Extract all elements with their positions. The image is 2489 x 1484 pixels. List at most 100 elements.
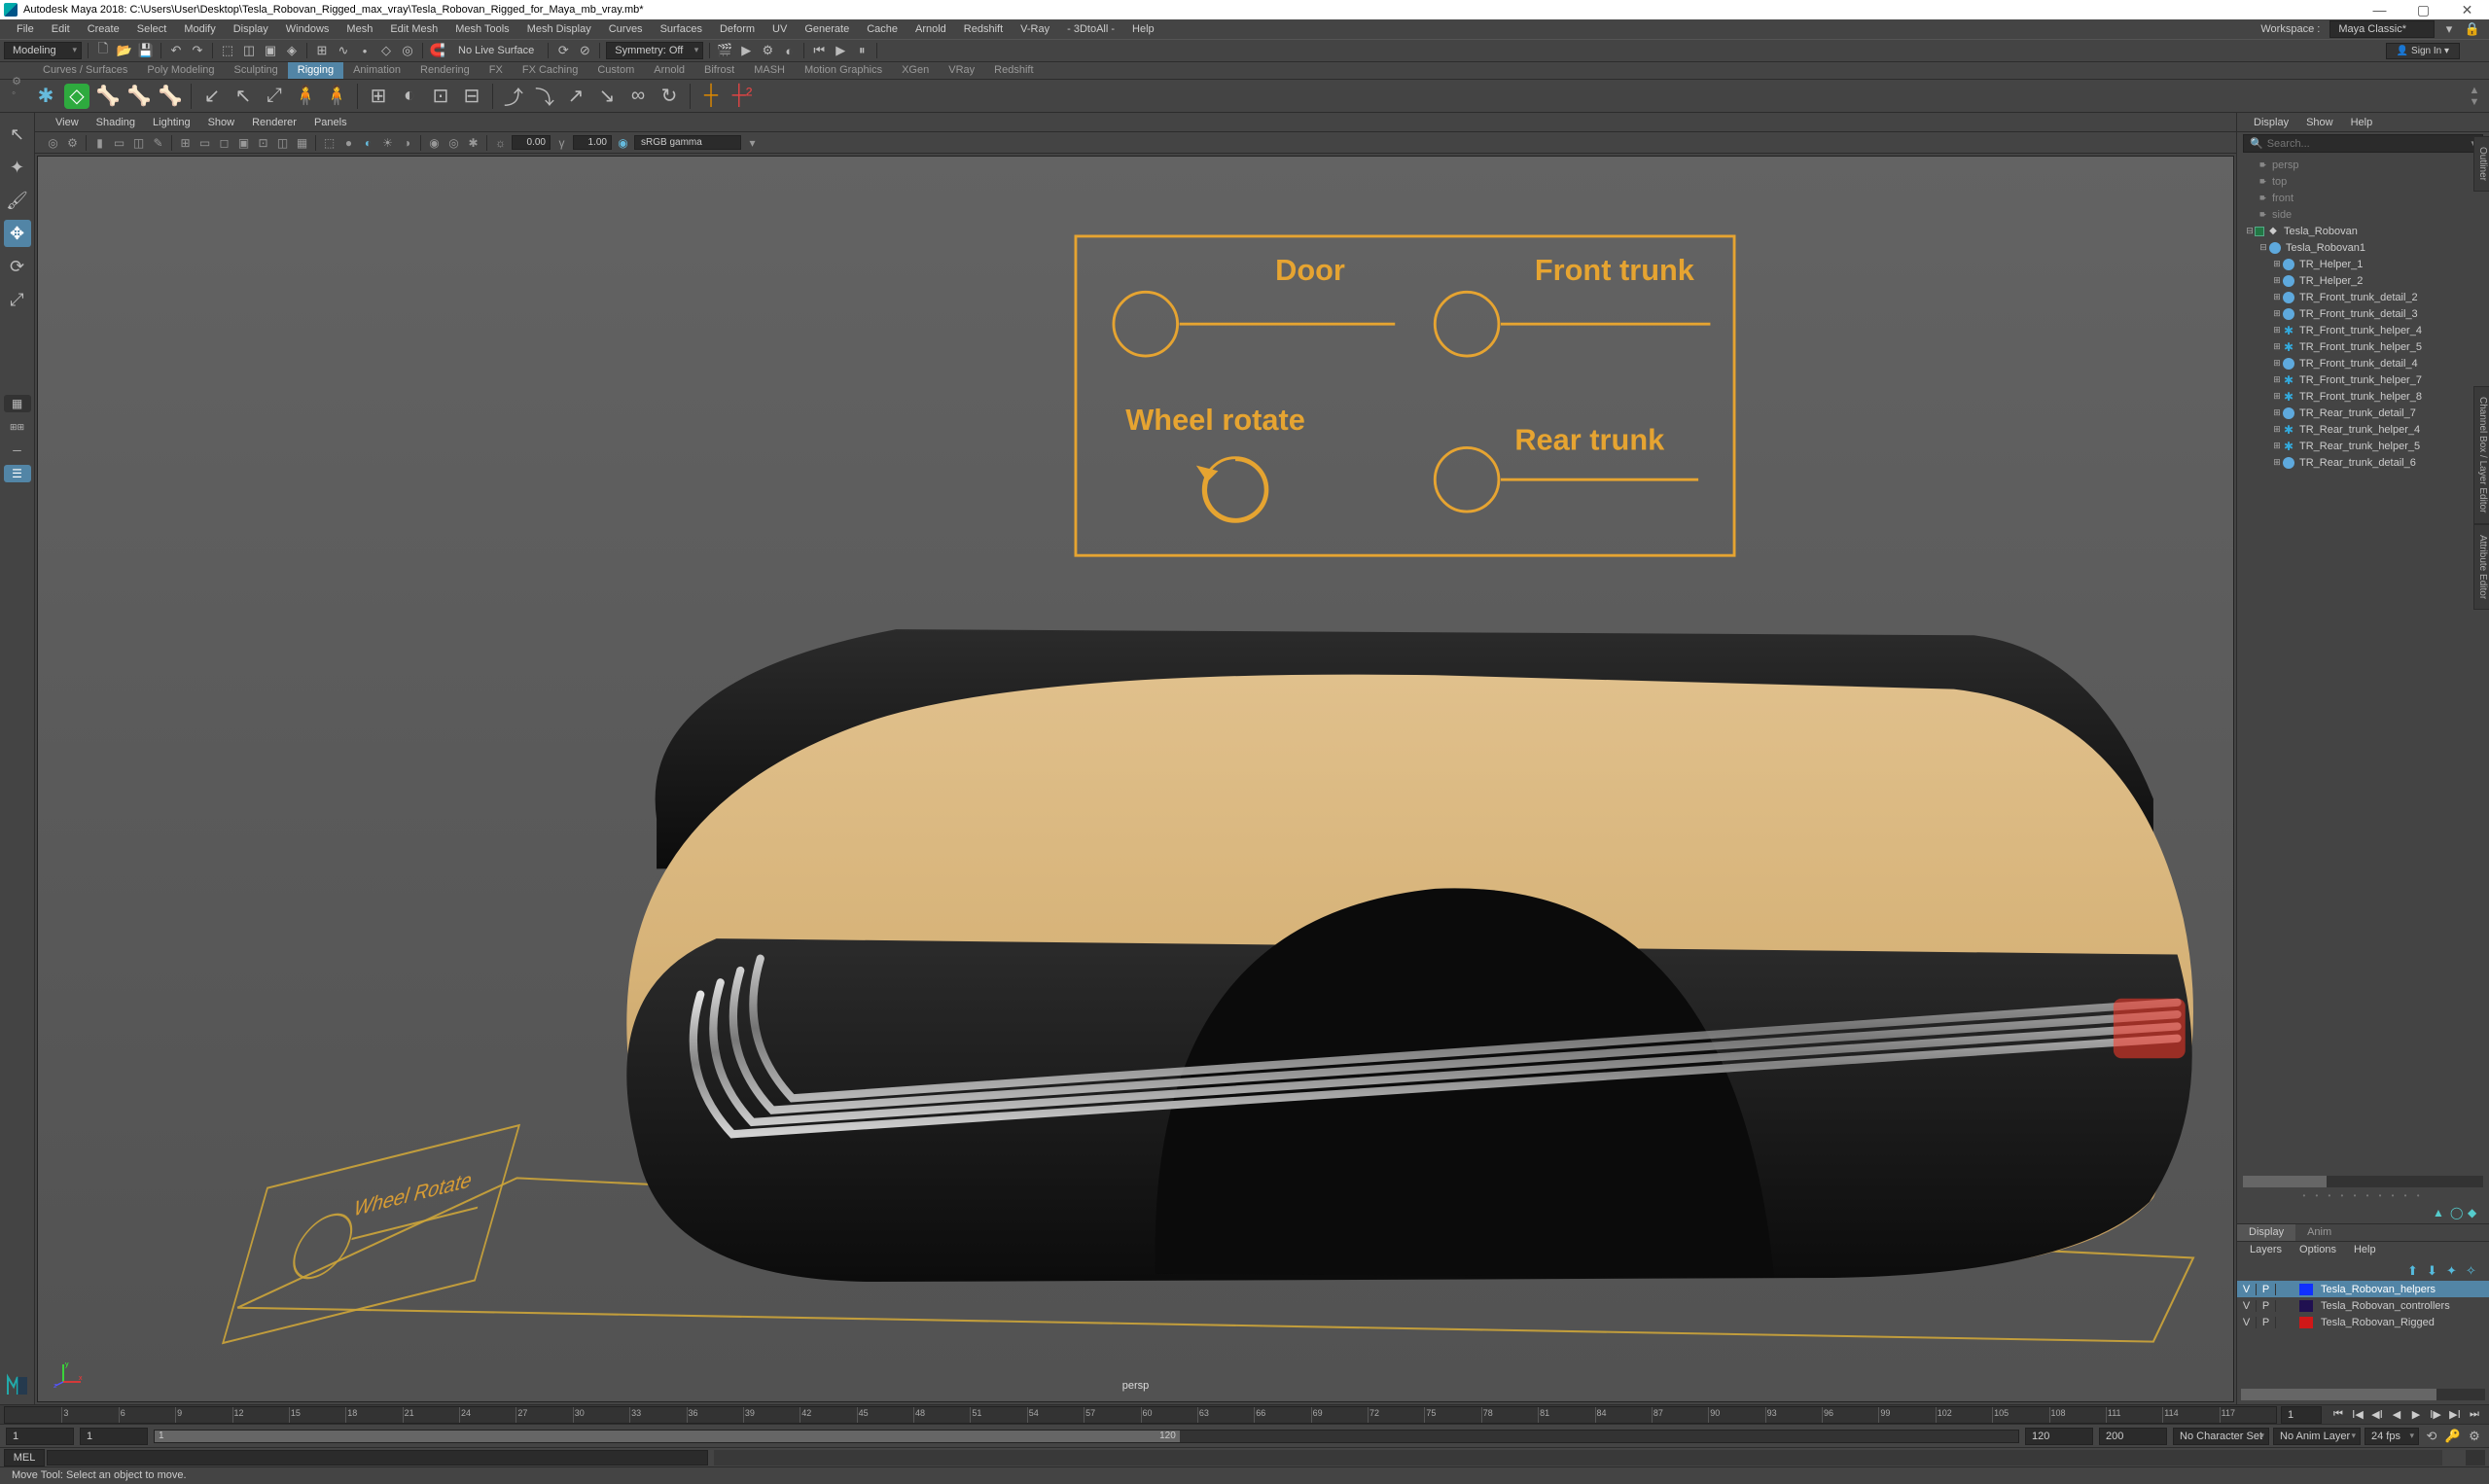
vp-textured-icon[interactable]: ◐	[360, 134, 376, 151]
play-fwd-icon[interactable]: ▶	[2407, 1407, 2425, 1423]
outliner-item[interactable]: ⊞TR_Rear_trunk_detail_7	[2237, 405, 2489, 421]
outliner-cam-front[interactable]: front	[2237, 190, 2489, 206]
layer-vis-toggle[interactable]: V	[2237, 1317, 2257, 1328]
layer-new-empty-icon[interactable]: ✦	[2446, 1263, 2462, 1277]
shelf-skin2-icon[interactable]: 🦴	[126, 84, 152, 109]
cb-rotate-icon[interactable]: ◯	[2450, 1206, 2464, 1219]
time-current-frame[interactable]: 1	[2281, 1406, 2322, 1424]
menu-mesh-display[interactable]: Mesh Display	[518, 20, 600, 38]
paint-select-tool[interactable]: 🖌	[4, 187, 31, 214]
vp-image-plane-icon[interactable]: ▭	[111, 134, 127, 151]
outliner-item[interactable]: ⊞TR_Front_trunk_helper_8	[2237, 388, 2489, 405]
shelf-paint4-icon[interactable]: ↘	[594, 84, 620, 109]
shelf-tab-fxcache[interactable]: FX Caching	[513, 62, 587, 79]
range-track[interactable]: 1 120	[154, 1430, 2019, 1443]
shelf-tab-rendering[interactable]: Rendering	[410, 62, 480, 79]
shelf-gear-icon[interactable]: ⚙◦	[0, 62, 33, 112]
vp-safe-action-icon[interactable]: ◫	[274, 134, 291, 151]
vp-xray-icon[interactable]: ◎	[445, 134, 462, 151]
select-comp-icon[interactable]: ◈	[283, 42, 301, 59]
vp-grid-icon[interactable]: ⊞	[177, 134, 194, 151]
viewport-3d[interactable]: Wheel Rotate	[37, 156, 2234, 1402]
shelf-pose2-icon[interactable]: ┼²	[729, 84, 755, 109]
shelf-tab-vray[interactable]: VRay	[939, 62, 984, 79]
outliner-tree[interactable]: persp top front side ⊟Tesla_Robovan ⊟Tes…	[2237, 155, 2489, 1174]
menu-surfaces[interactable]: Surfaces	[652, 20, 711, 38]
workspace-lock-icon[interactable]: 🔒	[2464, 20, 2481, 38]
playblast-play-icon[interactable]: ▶	[832, 42, 849, 59]
cb-translate-icon[interactable]: ▲	[2433, 1206, 2446, 1219]
minimize-button[interactable]: —	[2358, 0, 2401, 19]
shelf-joint-icon[interactable]: ✱	[33, 84, 58, 109]
shelf-pose1-icon[interactable]: ┼	[698, 84, 724, 109]
anim-end-field[interactable]: 200	[2099, 1428, 2167, 1445]
shelf-constraint1-icon[interactable]: ↙	[199, 84, 225, 109]
menu-uv[interactable]: UV	[764, 20, 796, 38]
range-start-field[interactable]: 1	[80, 1428, 148, 1445]
shelf-tab-bifrost[interactable]: Bifrost	[694, 62, 744, 79]
vp-safe-title-icon[interactable]: ▦	[294, 134, 310, 151]
select-mode-icon[interactable]: ⬚	[219, 42, 236, 59]
move-tool[interactable]: ✥	[4, 220, 31, 247]
menu-3dtoall[interactable]: - 3DtoAll -	[1058, 20, 1123, 38]
vp-select-camera-icon[interactable]: ◎	[45, 134, 61, 151]
menu-cache[interactable]: Cache	[858, 20, 907, 38]
redo-icon[interactable]: ↷	[189, 42, 206, 59]
outliner-menu-help[interactable]: Help	[2342, 115, 2382, 130]
layer-menu-help[interactable]: Help	[2345, 1242, 2385, 1259]
select-obj-icon[interactable]: ▣	[262, 42, 279, 59]
loop-icon[interactable]: ⟲	[2423, 1428, 2440, 1445]
snap-point-icon[interactable]: •	[356, 42, 373, 59]
menu-edit-mesh[interactable]: Edit Mesh	[381, 20, 446, 38]
select-hier-icon[interactable]: ◫	[240, 42, 258, 59]
shelf-tab-curves[interactable]: Curves / Surfaces	[33, 62, 137, 79]
vp-color-mgmt-icon[interactable]: ◉	[615, 134, 631, 151]
shelf-tab-xgen[interactable]: XGen	[892, 62, 939, 79]
expand-icon[interactable]: ⊞	[2272, 407, 2282, 418]
play-step-fwd-icon[interactable]: Ⅰ▶	[2427, 1407, 2444, 1423]
outliner-item[interactable]: ⊞TR_Front_trunk_detail_4	[2237, 355, 2489, 371]
live-surface-label[interactable]: No Live Surface	[450, 45, 542, 56]
shelf-tab-mograph[interactable]: Motion Graphics	[795, 62, 892, 79]
layer-playback-toggle[interactable]: P	[2257, 1284, 2276, 1295]
magnet-icon[interactable]: 🧲	[429, 42, 446, 59]
view-four-icon[interactable]: ☰	[4, 465, 31, 482]
history-on-icon[interactable]: ⟳	[554, 42, 572, 59]
menu-select[interactable]: Select	[128, 20, 176, 38]
menu-curves[interactable]: Curves	[600, 20, 652, 38]
outliner-group[interactable]: ⊟Tesla_Robovan1	[2237, 239, 2489, 256]
menu-modify[interactable]: Modify	[175, 20, 224, 38]
vp-2d-pan-icon[interactable]: ◫	[130, 134, 147, 151]
outliner-cam-persp[interactable]: persp	[2237, 157, 2489, 173]
workspace-selector[interactable]: Maya Classic*	[2329, 20, 2435, 38]
panel-resize-handle[interactable]: • • • • • • • • • •	[2237, 1189, 2489, 1202]
play-end-icon[interactable]: ⏭	[2466, 1407, 2483, 1423]
play-next-key-icon[interactable]: ▶Ⅰ	[2446, 1407, 2464, 1423]
layer-color-swatch[interactable]	[2299, 1284, 2313, 1295]
vp-gamma-icon[interactable]: γ	[553, 134, 570, 151]
shelf-tab-rigging[interactable]: Rigging	[288, 62, 343, 79]
shelf-paint6-icon[interactable]: ↻	[657, 84, 682, 109]
expand-icon[interactable]: ⊞	[2272, 308, 2282, 319]
lasso-tool[interactable]: ✦	[4, 154, 31, 181]
new-scene-icon[interactable]: 🗋	[94, 42, 112, 59]
layer-playback-toggle[interactable]: P	[2257, 1317, 2276, 1328]
menu-vray[interactable]: V-Ray	[1012, 20, 1058, 38]
vp-expose-icon[interactable]: ☼	[492, 134, 509, 151]
snap-curve-icon[interactable]: ∿	[335, 42, 352, 59]
shelf-paint5-icon[interactable]: ∞	[625, 84, 651, 109]
menu-display[interactable]: Display	[225, 20, 277, 38]
vp-menu-show[interactable]: Show	[199, 115, 244, 130]
playblast-rewind-icon[interactable]: ⏮	[810, 42, 828, 59]
expand-icon[interactable]: ⊞	[2272, 391, 2282, 402]
layer-move-up-icon[interactable]: ⬆	[2407, 1263, 2423, 1277]
outliner-h-scrollbar[interactable]	[2243, 1176, 2483, 1187]
outliner-menu-display[interactable]: Display	[2245, 115, 2297, 130]
shelf-tab-custom[interactable]: Custom	[587, 62, 644, 79]
layer-color-swatch[interactable]	[2299, 1317, 2313, 1328]
vp-shaded-icon[interactable]: ●	[340, 134, 357, 151]
script-editor-icon[interactable]	[2466, 1450, 2485, 1466]
expand-icon[interactable]: ⊟	[2258, 242, 2268, 253]
layer-playback-toggle[interactable]: P	[2257, 1300, 2276, 1312]
outliner-item[interactable]: ⊞TR_Front_trunk_helper_4	[2237, 322, 2489, 338]
